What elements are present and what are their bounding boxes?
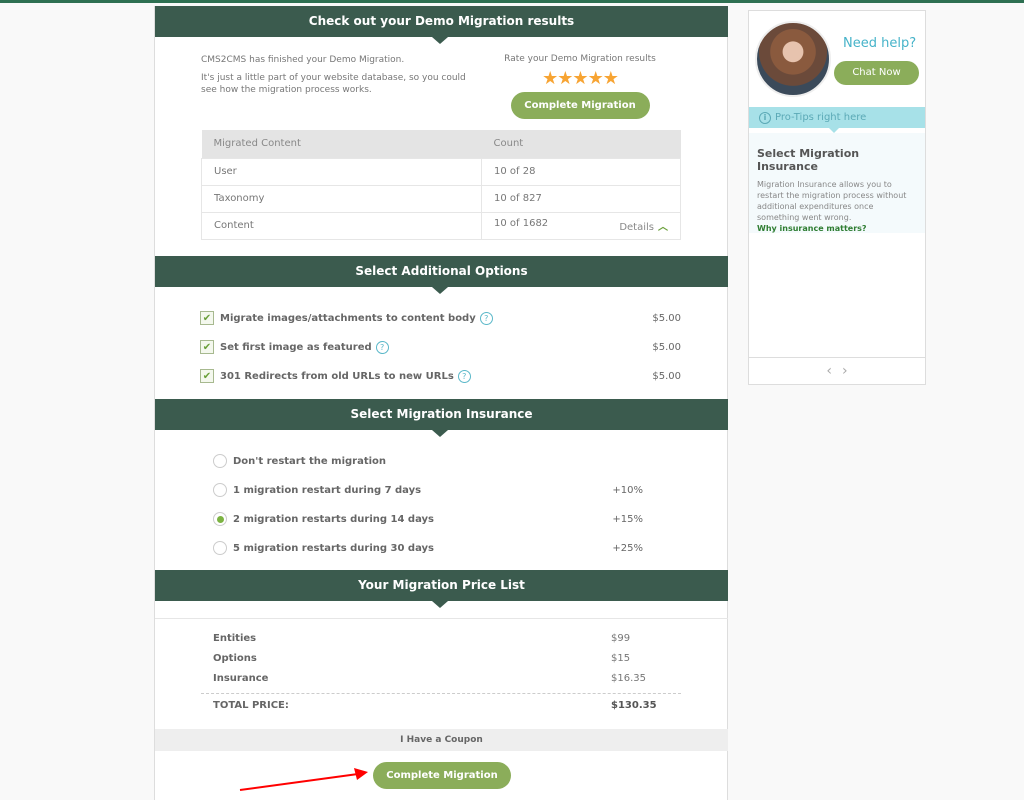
row-count: 10 of 28 [481, 157, 681, 186]
pro-tips-banner: i Pro-Tips right here [749, 107, 925, 133]
chevron-right-icon[interactable]: › [842, 363, 848, 379]
radio-unselected-icon[interactable] [213, 454, 227, 468]
price-row: Insurance $16.35 [201, 669, 681, 689]
price-label: Options [213, 653, 257, 664]
insurance-label: Don't restart the migration [233, 455, 387, 467]
option-label: 301 Redirects from old URLs to new URLs [220, 370, 454, 382]
chevron-up-icon: ︿ [658, 222, 668, 233]
option-row[interactable]: ✔ Migrate images/attachments to content … [200, 309, 690, 327]
tip-text: Migration Insurance allows you to restar… [757, 180, 907, 222]
price-list: Entities $99 Options $15 Insurance $16.3… [201, 629, 681, 713]
intro-line-1: CMS2CMS has finished your Demo Migration… [201, 55, 405, 65]
radio-unselected-icon[interactable] [213, 541, 227, 555]
tip-title: Select Migration Insurance [757, 147, 860, 173]
arrow-shaft [239, 773, 359, 791]
pro-tips-label: Pro-Tips right here [775, 112, 867, 123]
details-toggle[interactable]: Details ︿ [619, 218, 668, 233]
insurance-option[interactable]: 5 migration restarts during 30 days +25% [213, 540, 643, 556]
total-value: $130.35 [611, 700, 657, 711]
option-price: $5.00 [652, 341, 681, 353]
option-price: $5.00 [652, 370, 681, 382]
checkbox-checked-icon[interactable]: ✔ [200, 311, 214, 325]
tip-pager: ‹ › [749, 357, 925, 384]
row-count-cell: 10 of 1682 Details ︿ [481, 211, 681, 240]
migrated-content-table: Migrated Content Count User 10 of 28 Tax… [201, 130, 681, 240]
results-heading: Check out your Demo Migration results [155, 6, 728, 44]
table-header-row: Migrated Content Count [201, 130, 681, 158]
option-row[interactable]: ✔ Set first image as featured ? $5.00 [200, 338, 690, 356]
options-heading: Select Additional Options [155, 256, 728, 294]
row-count: 10 of 827 [481, 184, 681, 213]
red-annotation-arrow-icon [239, 768, 368, 791]
insurance-label: 2 migration restarts during 14 days [233, 513, 435, 525]
insurance-option[interactable]: Don't restart the migration [213, 453, 643, 469]
option-price: $5.00 [652, 312, 681, 324]
price-value: $15 [611, 653, 631, 664]
details-label: Details [619, 222, 654, 233]
help-icon[interactable]: ? [479, 311, 493, 325]
coupon-toggle[interactable]: I Have a Coupon [155, 729, 728, 751]
option-row[interactable]: ✔ 301 Redirects from old URLs to new URL… [200, 367, 690, 385]
help-icon[interactable]: ? [457, 369, 471, 383]
tip-card: Select Migration Insurance Migration Ins… [749, 133, 925, 233]
total-row: TOTAL PRICE: $130.35 [201, 693, 681, 713]
table-row: Taxonomy 10 of 827 [201, 184, 681, 213]
row-type: Taxonomy [201, 184, 482, 213]
help-icon[interactable]: ? [375, 340, 389, 354]
help-sidebar: Need help? Chat Now i Pro-Tips right here… [748, 10, 926, 385]
checkbox-checked-icon[interactable]: ✔ [200, 340, 214, 354]
rating-block: Rate your Demo Migration results ★★★★★ C… [495, 54, 665, 119]
checkbox-checked-icon[interactable]: ✔ [200, 369, 214, 383]
complete-migration-button-top[interactable]: Complete Migration [510, 92, 650, 119]
insurance-label: 1 migration restart during 7 days [233, 484, 422, 496]
total-label: TOTAL PRICE: [213, 700, 289, 711]
migration-results-panel: Check out your Demo Migration results CM… [154, 6, 728, 800]
info-icon: i [759, 111, 771, 124]
radio-selected-icon[interactable] [213, 512, 227, 526]
complete-migration-button-bottom[interactable]: Complete Migration [373, 762, 511, 789]
chat-now-button[interactable]: Chat Now [834, 61, 919, 85]
table-row: Content 10 of 1682 Details ︿ [201, 211, 681, 240]
insurance-option[interactable]: 2 migration restarts during 14 days +15% [213, 511, 643, 527]
arrow-head [354, 768, 368, 780]
star-rating[interactable]: ★★★★★ [495, 69, 665, 89]
need-help-label: Need help? [843, 36, 917, 51]
row-type: Content [201, 211, 482, 240]
price-label: Entities [213, 633, 257, 644]
insurance-label: 5 migration restarts during 30 days [233, 542, 435, 554]
option-label: Migrate images/attachments to content bo… [220, 312, 476, 324]
price-value: $16.35 [611, 673, 646, 684]
price-value: $99 [611, 633, 631, 644]
insurance-pct: +10% [612, 484, 643, 496]
insurance-option[interactable]: 1 migration restart during 7 days +10% [213, 482, 643, 498]
row-type: User [201, 157, 482, 186]
insurance-pct: +25% [612, 542, 643, 554]
option-label: Set first image as featured [220, 341, 372, 353]
why-insurance-link[interactable]: Why insurance matters? [757, 223, 917, 234]
price-row: Entities $99 [201, 629, 681, 649]
price-label: Insurance [213, 673, 269, 684]
header-count: Count [481, 130, 681, 158]
intro-line-2: It's just a little part of your website … [201, 73, 466, 95]
support-avatar [755, 21, 831, 97]
row-count: 10 of 1682 [494, 218, 549, 229]
price-list-heading: Your Migration Price List [155, 570, 728, 608]
table-row: User 10 of 28 [201, 157, 681, 186]
divider [155, 618, 728, 619]
header-migrated-content: Migrated Content [201, 130, 482, 158]
insurance-pct: +15% [612, 513, 643, 525]
insurance-heading: Select Migration Insurance [155, 399, 728, 437]
radio-unselected-icon[interactable] [213, 483, 227, 497]
chevron-left-icon[interactable]: ‹ [826, 363, 832, 379]
rate-label: Rate your Demo Migration results [504, 54, 656, 64]
top-accent-bar [0, 0, 1024, 3]
price-row: Options $15 [201, 649, 681, 669]
intro-text: CMS2CMS has finished your Demo Migration… [201, 54, 471, 102]
